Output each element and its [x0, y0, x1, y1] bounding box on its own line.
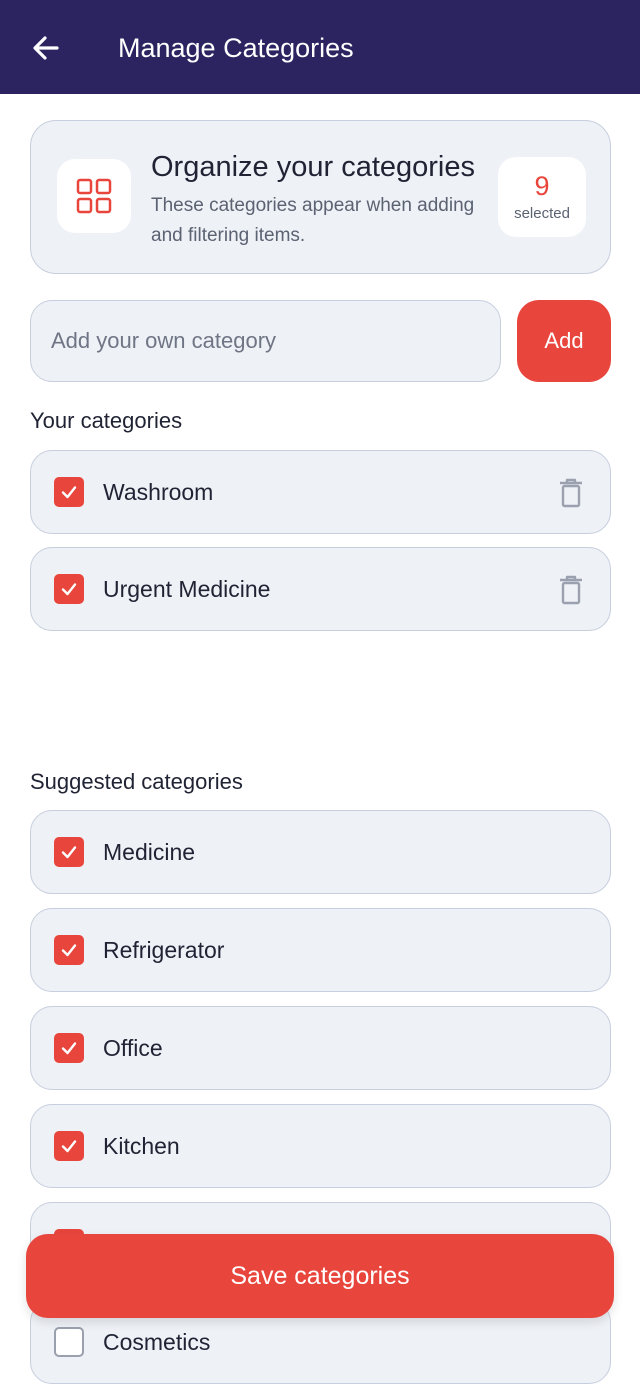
- intro-title: Organize your categories: [151, 151, 475, 183]
- delete-button[interactable]: [556, 572, 586, 608]
- selected-count-label: selected: [514, 205, 570, 222]
- grid-icon: [76, 178, 112, 214]
- category-label: Washroom: [103, 479, 214, 505]
- your-category-row-washroom[interactable]: Washroom: [30, 450, 611, 534]
- checkbox[interactable]: [54, 1131, 84, 1161]
- suggested-category-row-kitchen[interactable]: Kitchen: [30, 1104, 611, 1188]
- add-category-input[interactable]: [30, 300, 501, 382]
- checkbox[interactable]: [54, 1327, 84, 1357]
- selected-count-badge: 9 selected: [498, 157, 586, 237]
- category-label: Cosmetics: [103, 1329, 211, 1355]
- your-categories-heading: Your categories: [30, 408, 183, 433]
- category-label: Medicine: [103, 839, 196, 865]
- category-label: Urgent Medicine: [103, 576, 271, 602]
- check-icon: [61, 1042, 77, 1055]
- intro-icon-box: [57, 159, 131, 233]
- checkbox[interactable]: [54, 574, 84, 604]
- suggested-category-row-office[interactable]: Office: [30, 1006, 611, 1090]
- suggested-category-row-medicine[interactable]: Medicine: [30, 810, 611, 894]
- suggested-category-row-refrigerator[interactable]: Refrigerator: [30, 908, 611, 992]
- category-label: Office: [103, 1035, 163, 1061]
- page-title: Manage Categories: [118, 33, 354, 63]
- trash-icon: [560, 575, 582, 605]
- checkbox[interactable]: [54, 1033, 84, 1063]
- add-button[interactable]: Add: [517, 300, 611, 382]
- checkbox[interactable]: [54, 935, 84, 965]
- check-icon: [61, 944, 77, 957]
- your-category-row-urgent-medicine[interactable]: Urgent Medicine: [30, 547, 611, 631]
- back-button[interactable]: [26, 26, 66, 70]
- intro-description: These categories appear when adding and …: [151, 195, 475, 246]
- check-icon: [61, 583, 77, 596]
- checkbox[interactable]: [54, 477, 84, 507]
- check-icon: [61, 1140, 77, 1153]
- delete-button[interactable]: [556, 475, 586, 511]
- category-label: Refrigerator: [103, 937, 225, 963]
- selected-count: 9: [534, 171, 550, 201]
- trash-icon: [560, 478, 582, 508]
- check-icon: [61, 486, 77, 499]
- app-bar: Manage Categories: [0, 0, 640, 94]
- category-label: Kitchen: [103, 1133, 180, 1159]
- check-icon: [61, 846, 77, 859]
- suggested-categories-heading: Suggested categories: [30, 769, 243, 794]
- save-categories-button[interactable]: Save categories: [26, 1234, 614, 1318]
- arrow-left-icon: [33, 36, 59, 60]
- intro-card: Organize your categories These categorie…: [30, 120, 611, 274]
- checkbox[interactable]: [54, 837, 84, 867]
